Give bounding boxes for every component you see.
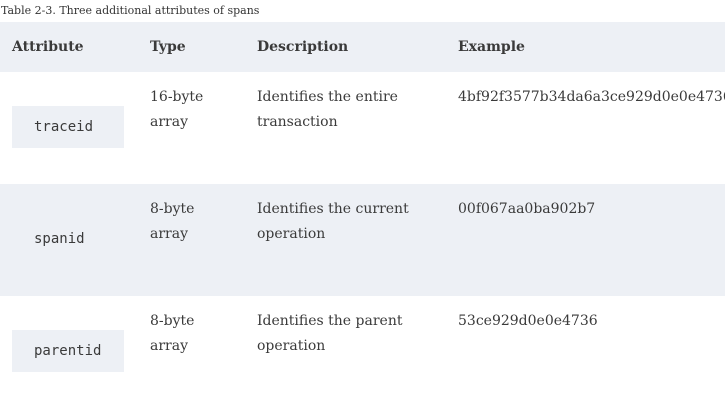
header-description: Description: [257, 39, 349, 55]
table-row: parentid 8-byte array Identifies the par…: [0, 296, 725, 408]
description-cell: Identifies the parent operation: [257, 309, 447, 359]
table-header-row: Attribute Type Description Example: [0, 22, 725, 72]
description-line: Identifies the entire: [257, 89, 398, 105]
type-line: 8-byte: [150, 201, 195, 217]
attribute-code: spanid: [34, 231, 85, 247]
description-cell: Identifies the entire transaction: [257, 85, 447, 135]
description-cell: Identifies the current operation: [257, 197, 447, 247]
type-line: array: [150, 114, 188, 130]
example-cell: 53ce929d0e0e4736: [458, 313, 598, 329]
type-cell: 8-byte array: [150, 309, 240, 359]
example-cell: 00f067aa0ba902b7: [458, 201, 596, 217]
type-line: 8-byte: [150, 313, 195, 329]
description-line: Identifies the current: [257, 201, 409, 217]
type-line: 16-byte: [150, 89, 204, 105]
attribute-code: traceid: [12, 106, 124, 148]
type-cell: 16-byte array: [150, 85, 240, 135]
table-row: traceid 16-byte array Identifies the ent…: [0, 72, 725, 184]
attribute-code: parentid: [12, 330, 124, 372]
table-row: spanid 8-byte array Identifies the curre…: [0, 184, 725, 296]
header-type: Type: [150, 39, 186, 55]
example-cell: 4bf92f3577b34da6a3ce929d0e0e4736: [458, 89, 725, 105]
table-caption: Table 2-3. Three additional attributes o…: [1, 4, 260, 17]
description-line: operation: [257, 338, 326, 354]
header-attribute: Attribute: [12, 39, 84, 55]
description-line: Identifies the parent: [257, 313, 403, 329]
description-line: operation: [257, 226, 326, 242]
type-line: array: [150, 226, 188, 242]
header-example: Example: [458, 39, 525, 55]
type-line: array: [150, 338, 188, 354]
type-cell: 8-byte array: [150, 197, 240, 247]
description-line: transaction: [257, 114, 338, 130]
